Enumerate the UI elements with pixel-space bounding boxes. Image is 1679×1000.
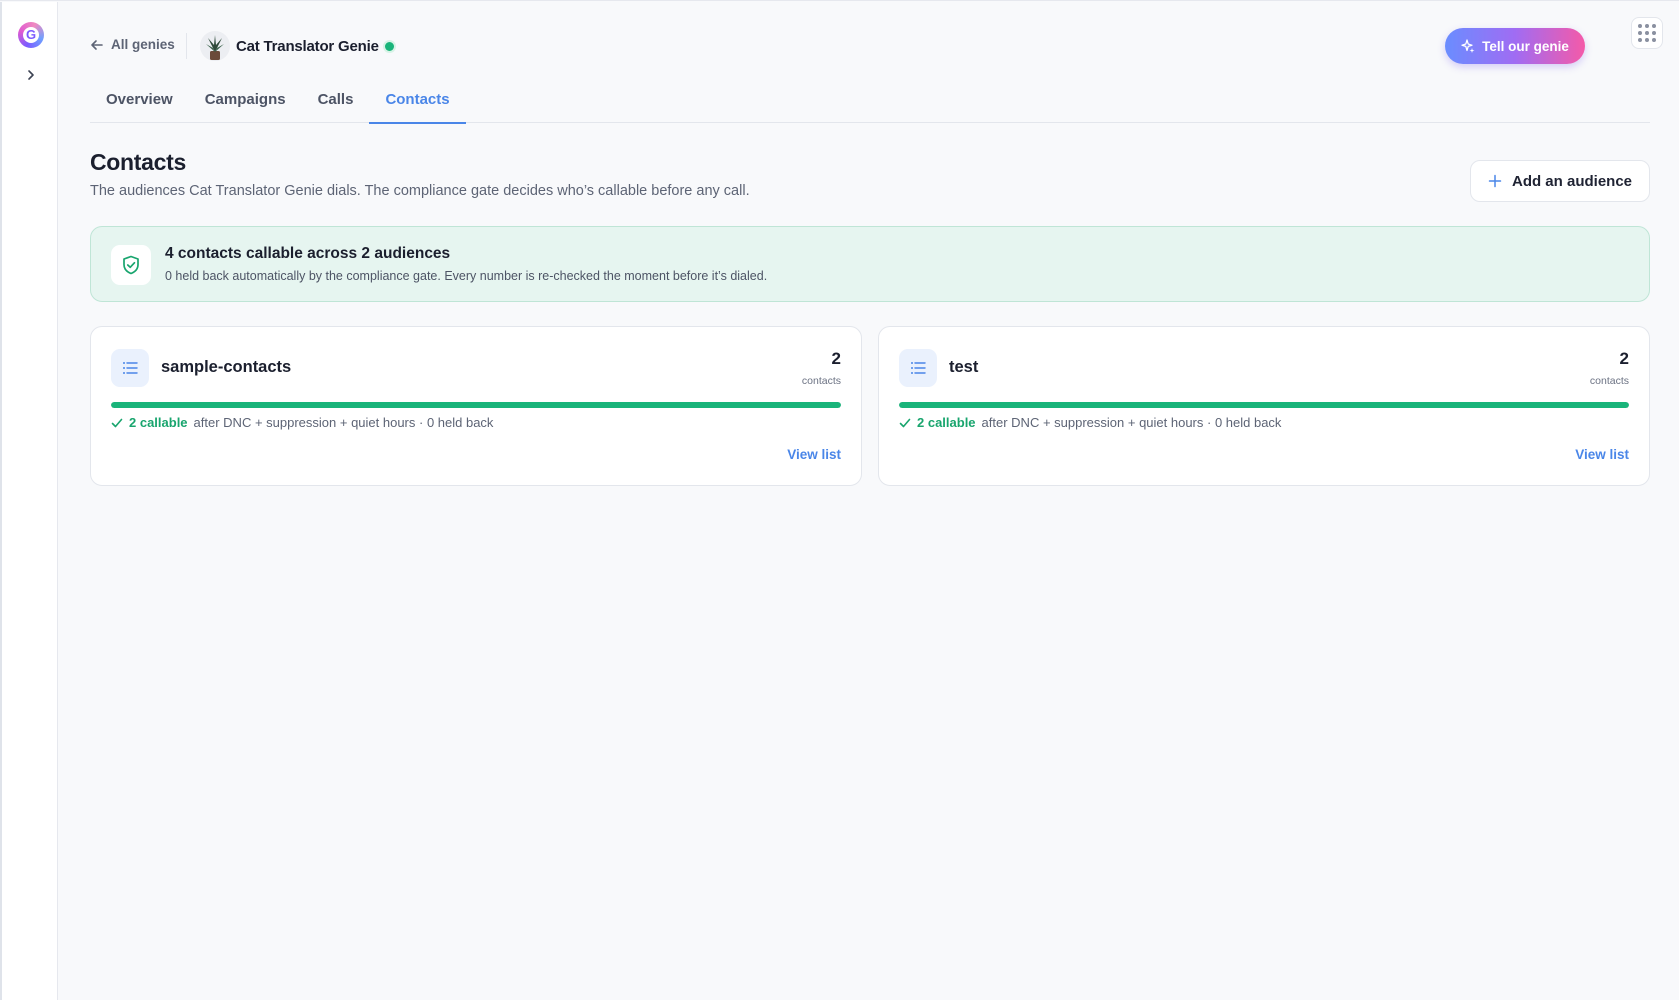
page-subtitle: The audiences Cat Translator Genie dials… — [90, 183, 750, 199]
app-frame: G All genies Cat Translator Genie Tell o… — [0, 0, 1679, 1000]
plus-icon — [1488, 174, 1502, 188]
callable-count: 2 callable — [917, 415, 976, 430]
header-divider — [186, 33, 187, 59]
banner-subtitle: 0 held back automatically by the complia… — [165, 269, 768, 283]
callable-progress-fill — [111, 402, 841, 408]
sparkle-icon — [1461, 39, 1475, 53]
callable-count: 2 callable — [129, 415, 188, 430]
apps-grid-button[interactable] — [1631, 17, 1663, 49]
view-list-link[interactable]: View list — [787, 447, 841, 462]
back-label: All genies — [111, 37, 175, 52]
left-rail: G — [0, 2, 58, 1000]
callable-summary: 2 callable after DNC + suppression + qui… — [899, 415, 1281, 430]
app-logo[interactable]: G — [18, 22, 44, 48]
check-icon — [899, 418, 911, 427]
logo-letter: G — [23, 27, 39, 43]
callable-summary: 2 callable after DNC + suppression + qui… — [111, 415, 493, 430]
tab-campaigns[interactable]: Campaigns — [189, 83, 302, 123]
arrow-left-icon — [91, 39, 103, 50]
callable-progress-bar — [111, 402, 841, 408]
expand-sidebar-button[interactable] — [22, 66, 40, 84]
audience-card: sample-contacts 2 contacts 2 callable af… — [90, 326, 862, 486]
add-audience-button[interactable]: Add an audience — [1470, 160, 1650, 202]
audience-card: test 2 contacts 2 callable after DNC + s… — [878, 326, 1650, 486]
banner-title: 4 contacts callable across 2 audiences — [165, 245, 451, 262]
tab-overview[interactable]: Overview — [90, 83, 189, 123]
chevron-right-icon — [28, 70, 34, 80]
tab-contacts[interactable]: Contacts — [369, 83, 466, 124]
genie-tabs: Overview Campaigns Calls Contacts — [90, 83, 1650, 124]
list-icon — [899, 349, 937, 387]
shield-check-icon — [111, 245, 151, 285]
plant-icon — [206, 35, 224, 60]
contact-count-label: contacts — [801, 375, 841, 387]
contact-count: 2 — [831, 349, 841, 368]
contact-count: 2 — [1619, 349, 1629, 368]
callable-progress-fill — [899, 402, 1629, 408]
tell-our-genie-button[interactable]: Tell our genie — [1445, 28, 1585, 64]
genie-name: Cat Translator Genie — [236, 38, 379, 55]
list-icon — [111, 349, 149, 387]
tell-button-label: Tell our genie — [1482, 38, 1569, 54]
callable-progress-bar — [899, 402, 1629, 408]
compliance-summary-banner: 4 contacts callable across 2 audiences 0… — [90, 226, 1650, 302]
page-title: Contacts — [90, 149, 187, 175]
callable-details: after DNC + suppression + quiet hours · … — [981, 415, 1282, 430]
check-icon — [111, 418, 123, 427]
contact-count-label: contacts — [1589, 375, 1629, 387]
top-bar: All genies Cat Translator Genie Tell our… — [90, 17, 1663, 64]
back-to-all-genies-link[interactable]: All genies — [90, 37, 175, 52]
audience-name: test — [949, 358, 979, 376]
audience-name: sample-contacts — [161, 358, 292, 376]
tab-calls[interactable]: Calls — [302, 83, 370, 123]
genie-avatar — [200, 31, 230, 61]
view-list-link[interactable]: View list — [1575, 447, 1629, 462]
callable-details: after DNC + suppression + quiet hours · … — [193, 415, 494, 430]
add-audience-label: Add an audience — [1511, 172, 1633, 190]
online-status-dot — [385, 42, 394, 51]
